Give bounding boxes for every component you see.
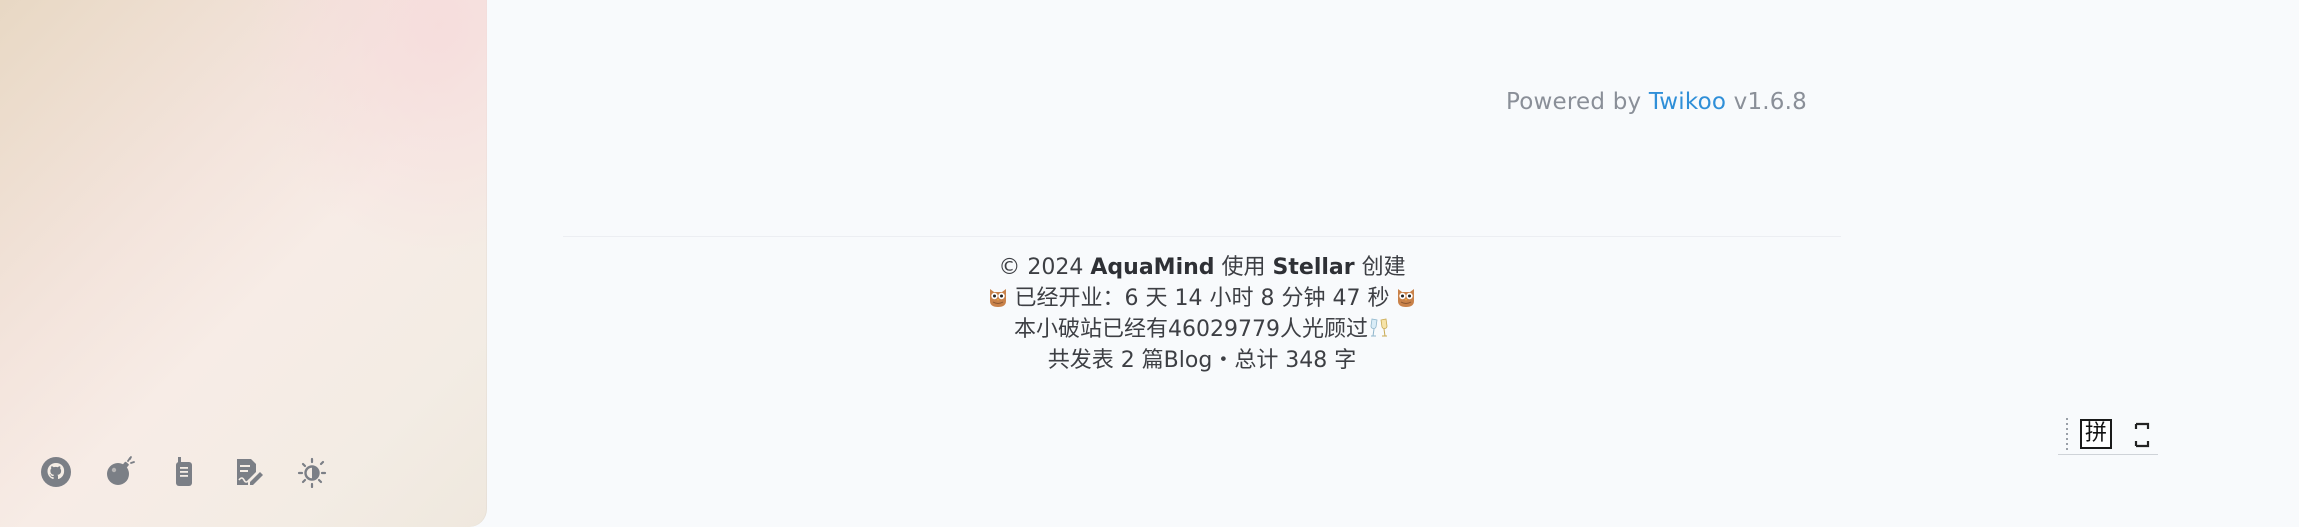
uptime-text: 已经开业：6 天 14 小时 8 分钟 47 秒 (1007, 286, 1397, 311)
copyright-prefix: © 2024 (998, 255, 1091, 280)
powered-prefix: Powered by (1506, 89, 1649, 115)
created-text: 创建 (1354, 255, 1406, 280)
twikoo-version: v1.6.8 (1726, 89, 1807, 115)
walkie-talkie-icon[interactable] (166, 454, 202, 490)
ime-mode-button[interactable]: 拼 (2080, 419, 2112, 449)
author-name[interactable]: AquaMind (1090, 255, 1214, 280)
visitor-text: 本小破站已经有46029779人光顾过 (1014, 317, 1368, 342)
github-icon[interactable] (38, 454, 74, 490)
cheers-icon (1370, 318, 1388, 337)
visitor-line: 本小破站已经有46029779人光顾过 (563, 314, 1841, 345)
footer-divider (563, 236, 1841, 237)
made-with-text: 使用 (1214, 255, 1273, 280)
bomb-icon[interactable] (102, 454, 138, 490)
owl-icon (1398, 289, 1415, 307)
ime-toolbar: 拼 (2058, 412, 2158, 456)
ime-underline (2058, 454, 2158, 455)
site-footer: © 2024 AquaMind 使用 Stellar 创建 已经开业：6 天 1… (563, 252, 1841, 376)
ime-fullwidth-icon[interactable] (2132, 421, 2152, 449)
theme-name[interactable]: Stellar (1273, 255, 1355, 280)
sidebar-glow (247, 0, 487, 260)
ime-drag-handle[interactable] (2066, 418, 2068, 452)
sidebar-dock (38, 454, 330, 490)
sidebar (0, 0, 487, 527)
owl-icon (989, 289, 1006, 307)
twikoo-powered-by: Powered by Twikoo v1.6.8 (1506, 89, 1807, 115)
edit-note-icon[interactable] (230, 454, 266, 490)
theme-toggle-icon[interactable] (294, 454, 330, 490)
stats-line: 共发表 2 篇Blog・总计 348 字 (1047, 348, 1357, 373)
twikoo-link[interactable]: Twikoo (1649, 89, 1726, 115)
uptime-line: 已经开业：6 天 14 小时 8 分钟 47 秒 (563, 283, 1841, 314)
copyright-line: © 2024 AquaMind 使用 Stellar 创建 (563, 252, 1841, 283)
